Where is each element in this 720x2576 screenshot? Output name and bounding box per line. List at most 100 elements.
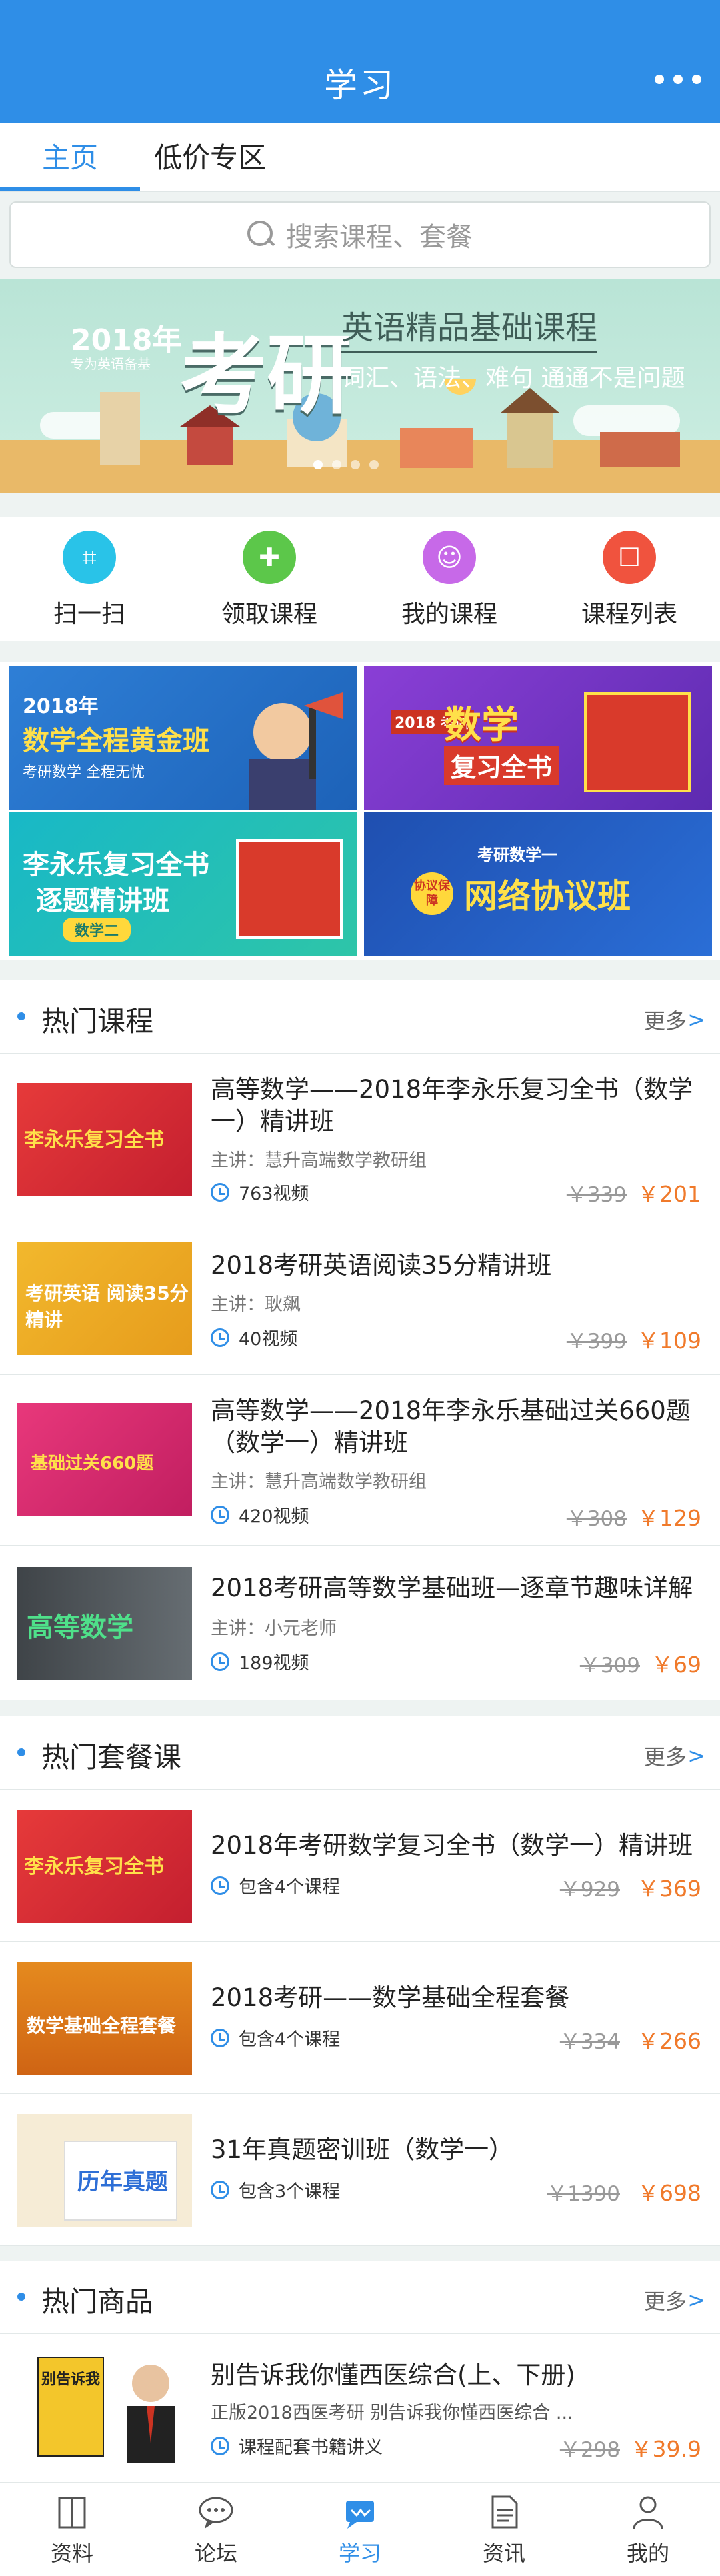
course-meta: 420视频 — [211, 1502, 309, 1528]
original-price: ￥309 — [579, 1654, 640, 1678]
clock-icon — [211, 1876, 229, 1895]
sale-price: ￥39.9 — [630, 2436, 701, 2462]
course-list-button[interactable]: ☐ 课程列表 — [563, 531, 696, 629]
original-price: ￥308 — [566, 1507, 627, 1531]
package-item[interactable]: 数学基础全程套餐 2018考研——数学基础全程套餐 包含4个课程 ￥334 ￥2… — [0, 1942, 720, 2094]
scan-icon: ⌗ — [63, 531, 116, 584]
package-meta: 包含4个课程 — [211, 2025, 340, 2051]
promo-complete-book[interactable]: 李永乐复习全书 逐题精讲班 数学二 — [9, 812, 357, 956]
sale-price: ￥369 — [637, 1876, 701, 1902]
package-title: 31年真题密训班（数学一） — [211, 2135, 514, 2164]
course-title: 高等数学——2018年李永乐基础过关660题（数学一）精讲班 — [211, 1396, 691, 1457]
search-icon — [247, 221, 275, 249]
promo-math-gold[interactable]: 2018年 数学全程黄金班 考研数学 全程无忧 — [9, 666, 357, 810]
promo-banner[interactable]: 2018年 专为英语备基 考研 英语精品基础课程 词汇、语法、难句 通通不是问题 — [0, 279, 720, 493]
carousel-dot[interactable] — [369, 460, 379, 469]
promo-grid: 2018年 数学全程黄金班 考研数学 全程无忧 2018 考研 数学 复习全书 … — [0, 662, 720, 960]
scan-label: 扫一扫 — [53, 601, 125, 628]
package-title: 2018考研——数学基础全程套餐 — [211, 1983, 570, 2012]
more-link[interactable]: 更多 — [644, 2285, 687, 2315]
gift-icon: ✚ — [243, 531, 296, 584]
dot-icon — [673, 75, 683, 84]
chevron-right-icon[interactable]: > — [687, 1007, 705, 1032]
nav-forum[interactable]: 论坛 — [144, 2493, 288, 2567]
original-price: ￥339 — [566, 1183, 627, 1207]
package-meta: 包含3个课程 — [211, 2177, 340, 2203]
original-price: ￥1390 — [547, 2182, 620, 2206]
more-link[interactable]: 更多 — [644, 1004, 687, 1035]
package-thumbnail: 历年真题 — [17, 2114, 192, 2227]
author-photo — [127, 2365, 175, 2463]
promo-review-book[interactable]: 2018 考研 数学 复习全书 — [364, 666, 712, 810]
chevron-right-icon[interactable]: > — [687, 2287, 705, 2313]
search-input[interactable]: 搜索课程、套餐 — [9, 201, 711, 268]
course-item[interactable]: 高等数学 2018考研高等数学基础班—逐章节趣味详解 主讲：小元老师 189视频… — [0, 1546, 720, 1700]
tab-home[interactable]: 主页 — [0, 123, 140, 192]
app-header: 学习 — [0, 0, 720, 123]
nav-study[interactable]: 学习 — [288, 2493, 432, 2567]
package-title: 2018年考研数学复习全书（数学一）精讲班 — [211, 1831, 693, 1860]
sale-price: ￥201 — [637, 1181, 701, 1207]
clock-icon — [211, 1328, 229, 1347]
course-title: 高等数学——2018年李永乐复习全书（数学一）精讲班 — [211, 1075, 693, 1136]
promo-online-agreement[interactable]: 考研数学一 网络协议班 协议保障 — [364, 812, 712, 956]
tab-bar: 主页 低价专区 — [0, 123, 720, 192]
chat-icon — [197, 2493, 235, 2531]
course-item[interactable]: 基础过关660题 高等数学——2018年李永乐基础过关660题（数学一）精讲班 … — [0, 1375, 720, 1546]
course-thumbnail: 基础过关660题 — [17, 1403, 192, 1516]
course-meta: 189视频 — [211, 1648, 309, 1674]
clock-icon — [211, 2436, 229, 2455]
clock-icon — [211, 2028, 229, 2047]
carousel-dot[interactable] — [351, 460, 360, 469]
scan-button[interactable]: ⌗ 扫一扫 — [23, 531, 156, 629]
user-icon: ☺ — [423, 531, 476, 584]
my-courses-button[interactable]: ☺ 我的课程 — [383, 531, 516, 629]
banner-tagline: 词汇、语法、难句 通通不是问题 — [341, 365, 685, 392]
claim-course-label: 领取课程 — [221, 601, 317, 628]
carousel-dot[interactable] — [332, 460, 341, 469]
original-price: ￥334 — [559, 2030, 620, 2054]
course-list-label: 课程列表 — [581, 601, 677, 628]
nav-materials[interactable]: 资料 — [0, 2493, 144, 2567]
clock-icon — [211, 1182, 229, 1202]
tab-low-price[interactable]: 低价专区 — [140, 123, 280, 192]
goods-subtitle: 正版2018西医考研 别告诉我你懂西医综合 ... — [211, 2403, 573, 2423]
course-title: 2018考研高等数学基础班—逐章节趣味详解 — [211, 1574, 693, 1602]
section-bullet — [17, 2293, 25, 2301]
clock-icon — [211, 1652, 229, 1671]
original-price: ￥929 — [559, 1878, 620, 1902]
banner-year: 2018年 — [71, 323, 182, 357]
goods-item[interactable]: 别告诉我 别告诉我你懂西医综合(上、下册) 正版2018西医考研 别告诉我你懂西… — [0, 2334, 720, 2483]
more-link[interactable]: 更多 — [644, 1740, 687, 1771]
quick-actions: ⌗ 扫一扫 ✚ 领取课程 ☺ 我的课程 ☐ 课程列表 — [0, 517, 720, 641]
original-price: ￥298 — [559, 2438, 620, 2462]
book-cover-image — [584, 692, 691, 792]
person-icon — [629, 2493, 667, 2531]
hot-packages-header: 热门套餐课 更多 > — [0, 1716, 720, 1790]
study-icon — [341, 2493, 379, 2531]
goods-thumbnail: 别告诉我 — [17, 2350, 192, 2463]
course-item[interactable]: 李永乐复习全书 高等数学——2018年李永乐复习全书（数学一）精讲班 主讲：慧升… — [0, 1054, 720, 1220]
hot-courses-header: 热门课程 更多 > — [0, 980, 720, 1054]
package-meta: 包含4个课程 — [211, 1872, 340, 1898]
course-item[interactable]: 考研英语 阅读35分精讲 2018考研英语阅读35分精讲班 主讲：耿飙 40视频… — [0, 1220, 720, 1375]
package-thumbnail: 李永乐复习全书 — [17, 1810, 192, 1923]
hot-goods-header: 热门商品 更多 > — [0, 2261, 720, 2334]
clock-icon — [211, 1505, 229, 1524]
more-menu-button[interactable] — [655, 75, 701, 84]
package-item[interactable]: 李永乐复习全书 2018年考研数学复习全书（数学一）精讲班 包含4个课程 ￥92… — [0, 1790, 720, 1942]
skyline-illustration — [0, 379, 720, 493]
nav-mine[interactable]: 我的 — [576, 2493, 720, 2567]
chevron-right-icon[interactable]: > — [687, 1743, 705, 1768]
book-cover-image — [236, 839, 343, 939]
sale-price: ￥109 — [637, 1328, 701, 1354]
banner-headline: 考研 — [180, 325, 354, 426]
original-price: ￥399 — [566, 1330, 627, 1354]
goods-title: 别告诉我你懂西医综合(上、下册) — [211, 2361, 575, 2389]
course-teacher: 主讲：慧升高端数学教研组 — [211, 1472, 427, 1492]
page-title: 学习 — [324, 66, 396, 105]
package-item[interactable]: 历年真题 31年真题密训班（数学一） 包含3个课程 ￥1390 ￥698 — [0, 2094, 720, 2246]
nav-news[interactable]: 资讯 — [432, 2493, 576, 2567]
carousel-dot[interactable] — [313, 460, 323, 469]
claim-course-button[interactable]: ✚ 领取课程 — [203, 531, 336, 629]
